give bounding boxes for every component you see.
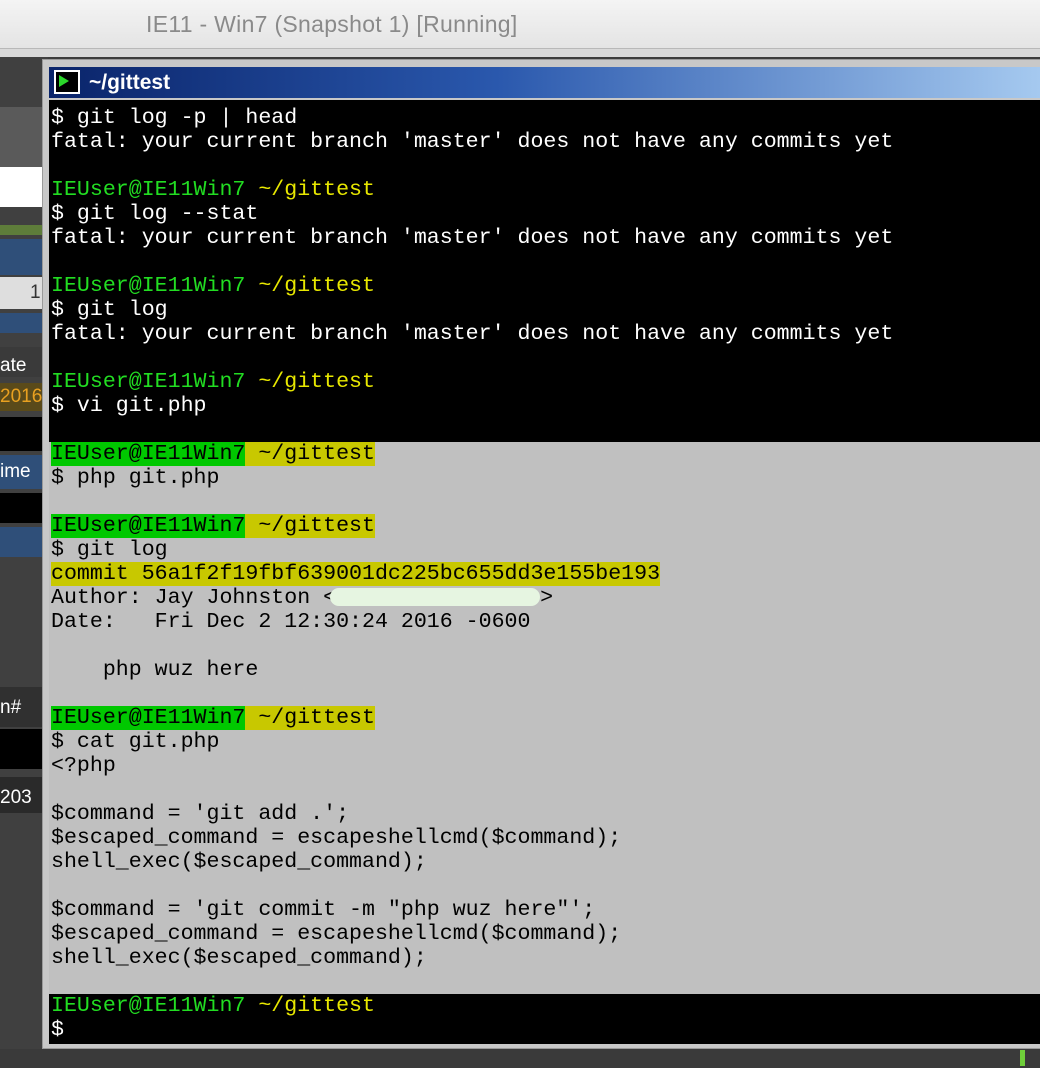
prompt-path: ~/gittest: [245, 994, 375, 1018]
prompt-user: IEUser@IE11Win7: [51, 442, 246, 466]
prompt-path: ~/gittest: [245, 514, 375, 538]
prompt-user: IEUser@IE11Win7: [51, 274, 246, 298]
terminal-icon: [54, 70, 80, 94]
vm-window-title: IE11 - Win7 (Snapshot 1) [Running]: [146, 11, 518, 37]
cmd-line: $ git log --stat: [51, 202, 259, 226]
bg-input: [0, 167, 48, 207]
prompt-line: IEUser@IE11Win7 ~/gittest: [51, 994, 375, 1018]
bg-row: [0, 277, 48, 309]
host-bottom-bar: [0, 1049, 1040, 1068]
output-line: fatal: your current branch 'master' does…: [51, 130, 894, 154]
cmd-line: $ vi git.php: [51, 394, 207, 418]
cmd-line: $ git log -p | head: [51, 106, 298, 130]
prompt-line: IEUser@IE11Win7 ~/gittest: [51, 514, 375, 538]
bg-text-5: n#: [0, 697, 22, 718]
bg-row-4: [0, 417, 48, 451]
prompt-user: IEUser@IE11Win7: [51, 514, 246, 538]
code-line: shell_exec($escaped_command);: [51, 850, 427, 874]
code-line: $escaped_command = escapeshellcmd($comma…: [51, 922, 622, 946]
bg-text-2: ate: [0, 355, 27, 376]
cmd-line: $ git log: [51, 298, 168, 322]
cmd-line: $ php git.php: [51, 466, 220, 490]
prompt-line: IEUser@IE11Win7 ~/gittest: [51, 178, 375, 202]
prompt-line: IEUser@IE11Win7 ~/gittest: [51, 442, 375, 466]
prompt-line: IEUser@IE11Win7 ~/gittest: [51, 706, 375, 730]
cmd-line: $ cat git.php: [51, 730, 220, 754]
author-close: >: [540, 586, 554, 610]
vm-title-bar[interactable]: IE11 - Win7 (Snapshot 1) [Running]: [0, 0, 1040, 49]
prompt-path: ~/gittest: [245, 706, 375, 730]
terminal-block-highlighted: IEUser@IE11Win7 ~/gittest $ php git.php …: [49, 442, 1040, 994]
commit-line: commit 56a1f2f19fbf639001dc225bc655dd3e1…: [51, 562, 661, 586]
bg-panel: [0, 107, 48, 167]
prompt-user: IEUser@IE11Win7: [51, 706, 246, 730]
prompt-line: IEUser@IE11Win7 ~/gittest: [51, 274, 375, 298]
bg-row-9: [0, 729, 48, 769]
terminal-title-bar[interactable]: ~/gittest: [49, 67, 1040, 98]
bg-row-7: [0, 527, 48, 557]
prompt-path: ~/gittest: [245, 274, 375, 298]
bg-text-4: ime: [0, 461, 31, 482]
terminal-title: ~/gittest: [89, 71, 171, 94]
terminal-output[interactable]: $ git log -p | head fatal: your current …: [49, 100, 1040, 1044]
prompt-user: IEUser@IE11Win7: [51, 994, 246, 1018]
bg-header: [0, 239, 48, 275]
prompt-path: ~/gittest: [245, 370, 375, 394]
redacted-email: [330, 588, 541, 607]
bg-text-3: 2016: [0, 386, 43, 407]
cmd-line: $ git log: [51, 538, 168, 562]
code-line: <?php: [51, 754, 116, 778]
code-line: $escaped_command = escapeshellcmd($comma…: [51, 826, 622, 850]
prompt-user: IEUser@IE11Win7: [51, 178, 246, 202]
code-line: $command = 'git add .';: [51, 802, 350, 826]
bg-row-6: [0, 493, 48, 523]
prompt-line: IEUser@IE11Win7 ~/gittest: [51, 370, 375, 394]
host-status-indicator: [1020, 1050, 1025, 1066]
date-line: Date: Fri Dec 2 12:30:24 2016 -0600: [51, 610, 531, 634]
terminal-window[interactable]: ~/gittest $ git log -p | head fatal: you…: [42, 59, 1040, 1049]
current-prompt[interactable]: $: [51, 1018, 64, 1042]
vm-toolbar-strip: [0, 49, 1040, 57]
terminal-block-plain-2: IEUser@IE11Win7 ~/gittest $: [49, 994, 1040, 1044]
commit-message: php wuz here: [51, 658, 259, 682]
prompt-path: ~/gittest: [245, 442, 375, 466]
bg-text-6: 203: [0, 787, 32, 808]
output-line: fatal: your current branch 'master' does…: [51, 322, 894, 346]
code-line: $command = 'git commit -m "php wuz here"…: [51, 898, 596, 922]
output-line: fatal: your current branch 'master' does…: [51, 226, 894, 250]
terminal-block-plain-1: $ git log -p | head fatal: your current …: [49, 100, 1040, 442]
bg-bar: [0, 225, 48, 235]
bg-header-2: [0, 313, 48, 333]
commit-hash: commit 56a1f2f19fbf639001dc225bc655dd3e1…: [51, 562, 661, 586]
prompt-path: ~/gittest: [245, 178, 375, 202]
bg-text-1: 1: [30, 282, 41, 303]
code-line: shell_exec($escaped_command);: [51, 946, 427, 970]
prompt-user: IEUser@IE11Win7: [51, 370, 246, 394]
author-label: Author: Jay Johnston <: [51, 586, 337, 610]
background-application: 1 ate 2016 ime n# 203: [0, 57, 48, 1068]
author-line: Author: Jay Johnston < >: [51, 586, 553, 610]
